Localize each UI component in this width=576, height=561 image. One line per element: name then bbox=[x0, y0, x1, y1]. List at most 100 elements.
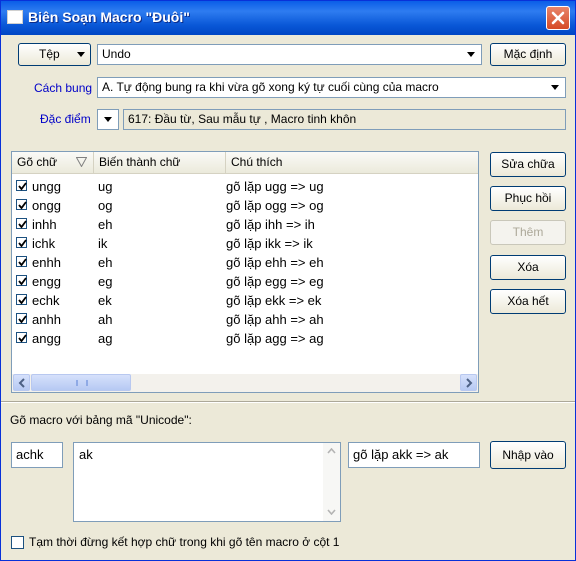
macro-input[interactable]: achk bbox=[11, 442, 63, 468]
window-title: Biên Soạn Macro "Đuôi" bbox=[28, 9, 190, 25]
expand-mode-dropdown-button[interactable] bbox=[547, 79, 564, 96]
cell-type: angg bbox=[32, 331, 61, 346]
row-checkbox[interactable] bbox=[16, 332, 27, 343]
cell-type: ichk bbox=[32, 236, 56, 251]
grip-icon bbox=[76, 380, 88, 386]
file-menu-button[interactable]: Tệp bbox=[18, 43, 91, 66]
chevron-down-icon bbox=[551, 85, 559, 90]
undo-dropdown-button[interactable] bbox=[463, 46, 480, 63]
chevron-up-icon bbox=[327, 448, 336, 454]
expansion-text: ak bbox=[79, 447, 93, 462]
default-button[interactable]: Mặc định bbox=[490, 43, 566, 66]
table-header: Gõ chữ Biến thành chữ Chú thích bbox=[12, 152, 478, 174]
feature-label: Đặc điểm bbox=[40, 112, 91, 126]
cell-becomes: ag bbox=[98, 331, 113, 346]
cell-note: gõ lặp egg => eg bbox=[226, 274, 324, 289]
checkmark-icon bbox=[18, 182, 27, 191]
expansion-textarea[interactable]: ak bbox=[73, 442, 341, 522]
cell-note: gõ lặp ekk => ek bbox=[226, 293, 322, 308]
scroll-left-button[interactable] bbox=[13, 374, 30, 391]
expand-mode-label: Cách bung bbox=[34, 81, 93, 95]
cell-type: ongg bbox=[32, 198, 61, 213]
table-row[interactable]: anhh ah gõ lặp ahh => ah bbox=[12, 310, 478, 329]
enter-button[interactable]: Nhập vào bbox=[490, 441, 566, 469]
scroll-down-button[interactable] bbox=[323, 504, 340, 521]
row-checkbox[interactable] bbox=[16, 294, 27, 305]
cell-type: anhh bbox=[32, 312, 61, 327]
delete-all-button[interactable]: Xóa hết bbox=[490, 289, 566, 314]
feature-dropdown-button[interactable] bbox=[97, 109, 119, 130]
table-body: ungg ug gõ lặp ugg => ug ongg og gõ lặp … bbox=[12, 174, 478, 374]
title-bar[interactable]: Biên Soạn Macro "Đuôi" bbox=[1, 1, 575, 35]
row-checkbox[interactable] bbox=[16, 313, 27, 324]
row-checkbox[interactable] bbox=[16, 218, 27, 229]
option-label: Tạm thời đừng kết hợp chữ trong khi gõ t… bbox=[29, 535, 340, 549]
restore-button[interactable]: Phục hồi bbox=[490, 186, 566, 211]
row-checkbox[interactable] bbox=[16, 275, 27, 286]
file-button-label: Tệp bbox=[39, 47, 60, 61]
cell-type: echk bbox=[32, 293, 60, 308]
dropdown-arrow-icon bbox=[77, 52, 85, 57]
macro-table[interactable]: Gõ chữ Biến thành chữ Chú thích ungg ug … bbox=[11, 151, 479, 393]
cell-becomes: ik bbox=[98, 236, 108, 251]
scroll-up-button[interactable] bbox=[323, 443, 340, 460]
cell-note: gõ lặp agg => ag bbox=[226, 331, 324, 346]
chevron-right-icon bbox=[466, 378, 473, 388]
chevron-down-icon bbox=[327, 509, 336, 515]
option-checkbox[interactable] bbox=[11, 536, 24, 549]
column-header-type-label: Gõ chữ bbox=[17, 155, 58, 169]
scroll-thumb[interactable] bbox=[31, 374, 131, 391]
table-row[interactable]: engg eg gõ lặp egg => eg bbox=[12, 272, 478, 291]
vertical-scrollbar[interactable] bbox=[323, 443, 340, 521]
cell-becomes: eh bbox=[98, 255, 113, 270]
delete-button[interactable]: Xóa bbox=[490, 255, 566, 280]
cell-note: gõ lặp ikk => ik bbox=[226, 236, 313, 251]
edit-button[interactable]: Sửa chữa bbox=[490, 152, 566, 177]
chevron-down-icon bbox=[104, 117, 112, 122]
cell-becomes: og bbox=[98, 198, 113, 213]
sort-indicator-icon bbox=[76, 157, 87, 167]
close-icon bbox=[551, 11, 565, 25]
cell-note: gõ lặp ihh => ih bbox=[226, 217, 315, 232]
checkmark-icon bbox=[18, 220, 27, 229]
horizontal-scrollbar[interactable] bbox=[12, 374, 478, 392]
table-row[interactable]: ongg og gõ lặp ogg => og bbox=[12, 196, 478, 215]
cell-type: engg bbox=[32, 274, 61, 289]
cell-note: gõ lặp ugg => ug bbox=[226, 179, 324, 194]
close-button[interactable] bbox=[546, 6, 570, 30]
add-button[interactable]: Thêm bbox=[490, 220, 566, 245]
note-input[interactable]: gõ lặp akk => ak bbox=[348, 442, 480, 468]
row-checkbox[interactable] bbox=[16, 180, 27, 191]
table-row[interactable]: inhh eh gõ lặp ihh => ih bbox=[12, 215, 478, 234]
table-row[interactable]: angg ag gõ lặp agg => ag bbox=[12, 329, 478, 348]
chevron-down-icon bbox=[467, 52, 475, 57]
checkmark-icon bbox=[18, 296, 27, 305]
table-row[interactable]: echk ek gõ lặp ekk => ek bbox=[12, 291, 478, 310]
checkmark-icon bbox=[18, 258, 27, 267]
checkmark-icon bbox=[18, 315, 27, 324]
undo-select[interactable]: Undo bbox=[97, 44, 482, 65]
table-row[interactable]: enhh eh gõ lặp ehh => eh bbox=[12, 253, 478, 272]
divider bbox=[1, 401, 575, 403]
row-checkbox[interactable] bbox=[16, 237, 27, 248]
cell-note: gõ lặp ahh => ah bbox=[226, 312, 324, 327]
scroll-right-button[interactable] bbox=[460, 374, 477, 391]
cell-note: gõ lặp ogg => og bbox=[226, 198, 324, 213]
row-checkbox[interactable] bbox=[16, 199, 27, 210]
column-header-note[interactable]: Chú thích bbox=[226, 152, 478, 173]
cell-becomes: eh bbox=[98, 217, 113, 232]
cell-becomes: eg bbox=[98, 274, 113, 289]
column-header-becomes[interactable]: Biến thành chữ bbox=[94, 152, 226, 173]
cell-becomes: ah bbox=[98, 312, 113, 327]
cell-becomes: ek bbox=[98, 293, 112, 308]
undo-select-value: Undo bbox=[102, 47, 131, 61]
table-row[interactable]: ichk ik gõ lặp ikk => ik bbox=[12, 234, 478, 253]
feature-value-field: 617: Đầu từ, Sau mẫu tự , Macro tinh khô… bbox=[123, 109, 566, 130]
expand-mode-select[interactable]: A. Tự động bung ra khi vừa gõ xong ký tự… bbox=[97, 77, 566, 98]
app-icon bbox=[7, 10, 23, 24]
checkmark-icon bbox=[18, 239, 27, 248]
row-checkbox[interactable] bbox=[16, 256, 27, 267]
expand-mode-value: A. Tự động bung ra khi vừa gõ xong ký tự… bbox=[102, 80, 439, 94]
table-row[interactable]: ungg ug gõ lặp ugg => ug bbox=[12, 177, 478, 196]
column-header-type[interactable]: Gõ chữ bbox=[12, 152, 94, 173]
